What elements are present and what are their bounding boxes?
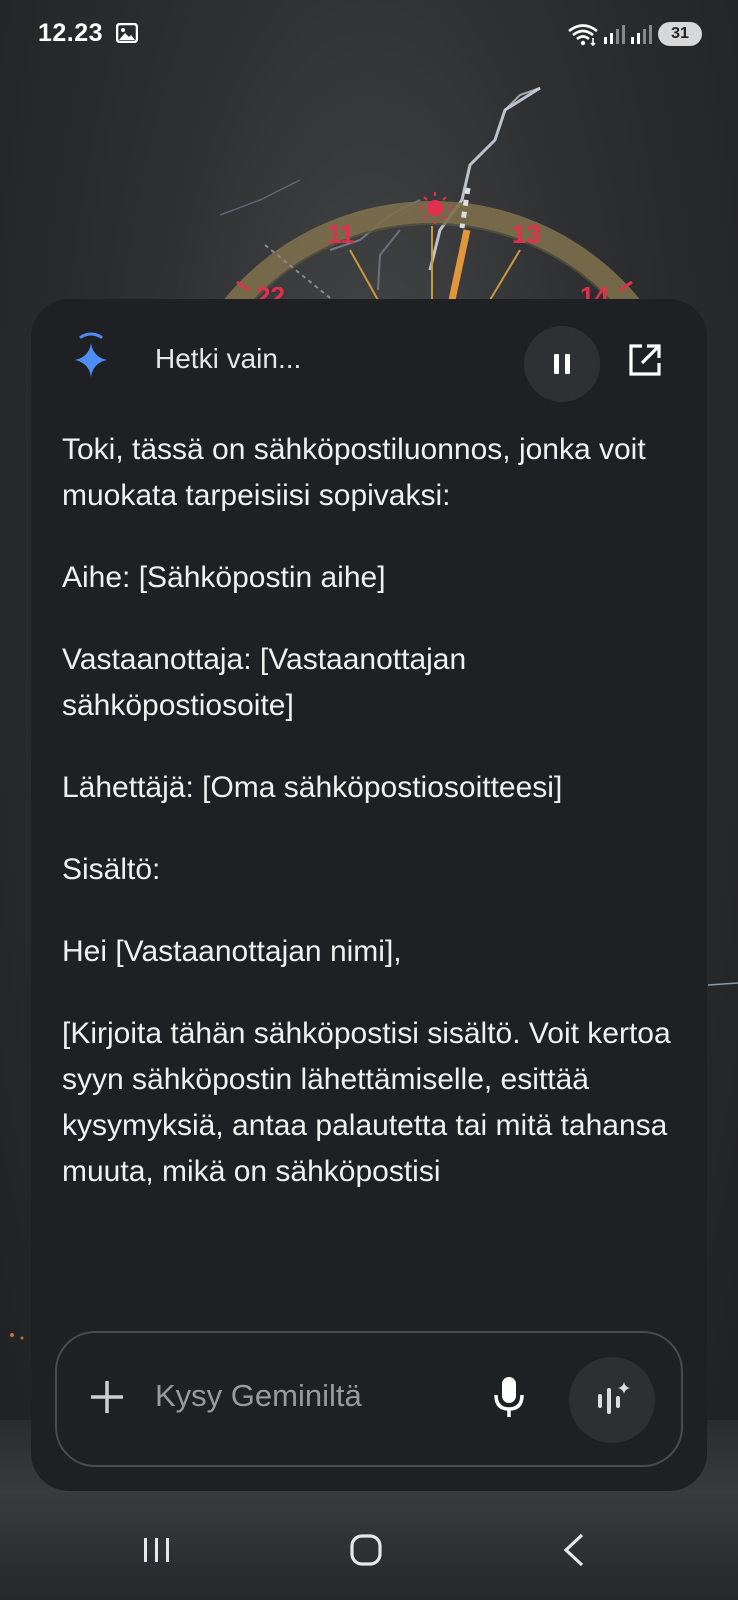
signal-icon bbox=[603, 23, 625, 50]
recent-apps-icon bbox=[144, 1538, 169, 1562]
pause-button[interactable] bbox=[524, 326, 600, 402]
open-external-button[interactable] bbox=[627, 342, 667, 382]
back-button[interactable] bbox=[560, 1532, 586, 1568]
microphone-icon bbox=[494, 1377, 524, 1417]
battery-indicator: 31 bbox=[658, 22, 702, 46]
back-icon bbox=[563, 1533, 584, 1567]
response-paragraph: Hei [Vastaanottajan nimi], bbox=[62, 935, 402, 968]
prompt-input[interactable] bbox=[155, 1371, 475, 1421]
response-paragraph: Aihe: [Sähköpostin aihe] bbox=[62, 561, 386, 594]
microphone-button[interactable] bbox=[491, 1373, 527, 1421]
gemini-panel: Hetki vain... Toki, tässä on sähköpostil… bbox=[31, 299, 707, 1491]
add-attachment-button[interactable] bbox=[87, 1377, 127, 1417]
svg-text:13: 13 bbox=[512, 219, 541, 249]
prompt-input-bar bbox=[55, 1331, 683, 1467]
svg-text:11: 11 bbox=[327, 219, 355, 249]
signal-icon bbox=[630, 23, 652, 50]
recent-apps-button[interactable] bbox=[140, 1535, 174, 1565]
pause-icon bbox=[554, 354, 570, 374]
wifi-icon bbox=[566, 22, 600, 51]
response-paragraph: Toki, tässä on sähköpostiluonnos, jonka … bbox=[62, 433, 646, 512]
gemini-icon bbox=[69, 329, 113, 381]
response-content: Toki, tässä on sähköpostiluonnos, jonka … bbox=[62, 427, 677, 1319]
home-button[interactable] bbox=[349, 1533, 383, 1567]
response-paragraph: Lähettäjä: [Oma sähköpostiosoitteesi] bbox=[62, 771, 563, 804]
open-external-icon bbox=[629, 344, 661, 376]
home-icon bbox=[350, 1534, 382, 1566]
response-paragraph: Sisältö: bbox=[62, 853, 161, 886]
status-bar: 12.23 31 bbox=[0, 0, 738, 70]
response-paragraph: [Kirjoita tähän sähköpostisi sisältö. Vo… bbox=[62, 1017, 671, 1188]
gallery-icon bbox=[115, 22, 139, 48]
assistant-status-text: Hetki vain... bbox=[155, 343, 302, 374]
gemini-live-button[interactable] bbox=[569, 1357, 655, 1443]
live-waveform-icon bbox=[598, 1382, 630, 1414]
status-time: 12.23 bbox=[38, 19, 104, 47]
response-paragraph: Vastaanottaja: [Vastaanottajan sähköpost… bbox=[62, 643, 467, 722]
plus-icon bbox=[91, 1381, 123, 1413]
